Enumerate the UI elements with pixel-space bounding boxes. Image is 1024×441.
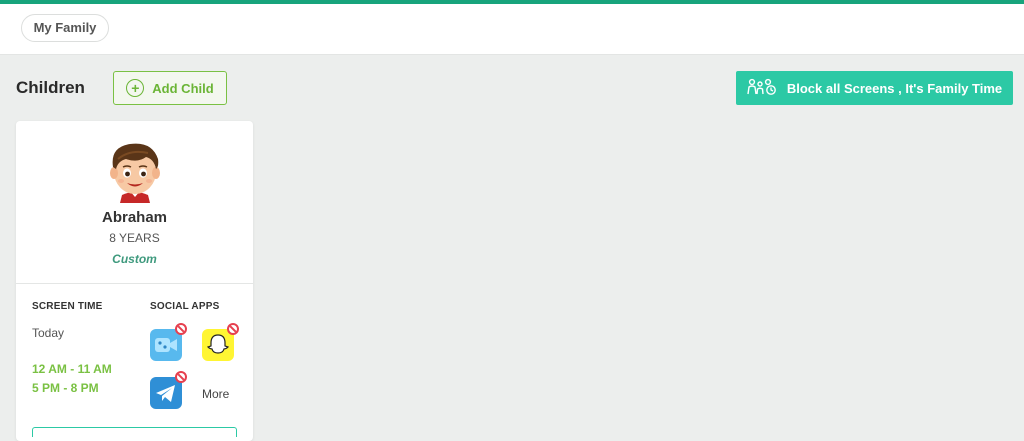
child-age: 8 YEARS bbox=[109, 231, 160, 245]
social-apps-label: SOCIAL APPS bbox=[150, 301, 220, 312]
add-child-button[interactable]: + Add Child bbox=[113, 71, 227, 105]
blocked-icon bbox=[227, 323, 239, 335]
family-time-icon bbox=[747, 78, 777, 99]
child-name: Abraham bbox=[101, 209, 168, 226]
child-avatar bbox=[102, 137, 168, 203]
blocked-icon bbox=[175, 323, 187, 335]
card-divider bbox=[16, 283, 253, 284]
more-apps-link[interactable]: More bbox=[202, 387, 229, 401]
block-all-screens-label: Block all Screens , It's Family Time bbox=[786, 80, 1003, 96]
plus-circle-icon: + bbox=[126, 79, 145, 97]
card-action-button[interactable] bbox=[32, 427, 237, 437]
screen-time-range: 5 PM - 8 PM bbox=[32, 381, 99, 395]
screen-time-range: 12 AM - 11 AM bbox=[32, 362, 112, 376]
header-bar: My Family bbox=[0, 4, 1024, 55]
block-all-screens-button[interactable]: Block all Screens , It's Family Time bbox=[736, 71, 1013, 105]
blocked-icon bbox=[175, 371, 187, 383]
tab-my-family[interactable]: My Family bbox=[21, 14, 109, 42]
child-profile-type[interactable]: Custom bbox=[16, 252, 253, 266]
page-title: Children bbox=[16, 78, 85, 97]
screen-time-day: Today bbox=[32, 326, 65, 340]
child-card[interactable]: Abraham 8 YEARS Custom SCREEN TIME SOCIA… bbox=[16, 121, 253, 441]
add-child-label: Add Child bbox=[152, 80, 214, 96]
screen-time-label: SCREEN TIME bbox=[32, 301, 103, 312]
